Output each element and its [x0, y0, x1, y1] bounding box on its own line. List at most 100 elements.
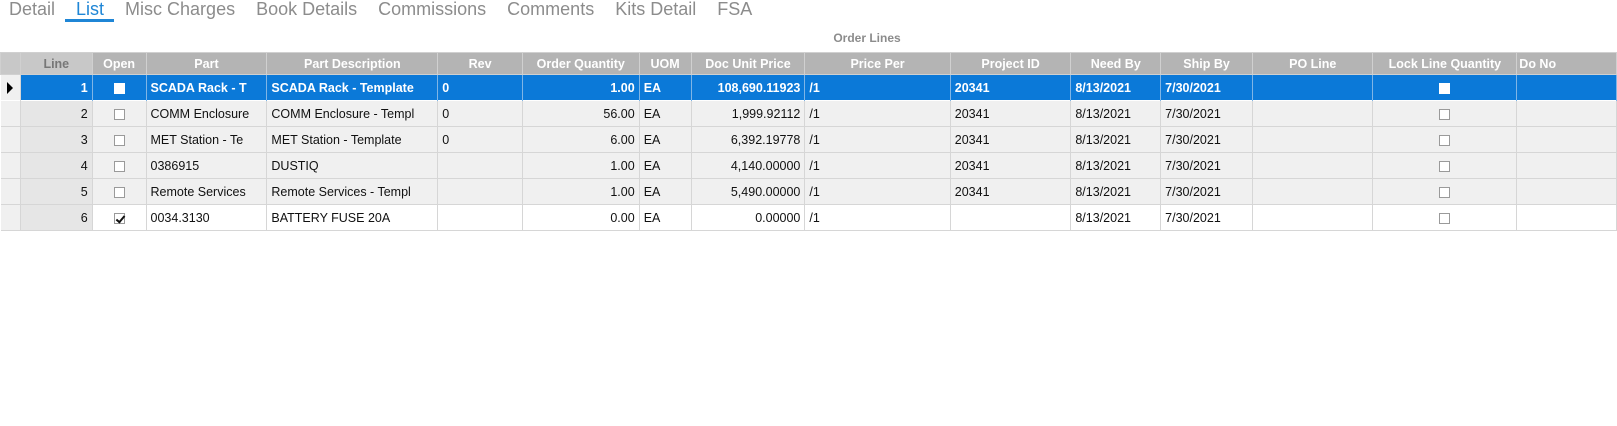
cell-line[interactable]: 5 — [20, 178, 93, 205]
cell-po-line[interactable] — [1252, 100, 1374, 127]
cell-rev[interactable] — [437, 152, 523, 179]
column-header-do-not[interactable]: Do No — [1516, 52, 1617, 75]
cell-open[interactable] — [92, 126, 147, 153]
cell-lock-line-quantity[interactable] — [1372, 100, 1518, 127]
column-header-project-id[interactable]: Project ID — [949, 52, 1072, 75]
cell-price-per[interactable]: /1 — [804, 178, 951, 205]
cell-line[interactable]: 3 — [20, 126, 93, 153]
lock-line-quantity-checkbox[interactable] — [1439, 108, 1451, 120]
tab-list[interactable]: List — [65, 0, 115, 22]
tab-misc-charges[interactable]: Misc Charges — [114, 0, 245, 22]
row-selector[interactable] — [0, 204, 21, 231]
cell-doc-unit-price[interactable]: 0.00000 — [691, 204, 806, 231]
cell-lock-line-quantity[interactable] — [1372, 74, 1518, 101]
cell-order-quantity[interactable]: 56.00 — [522, 100, 640, 127]
cell-part[interactable]: Remote Services — [146, 178, 268, 205]
column-header-price-per[interactable]: Price Per — [804, 52, 951, 75]
cell-lock-line-quantity[interactable] — [1372, 178, 1518, 205]
cell-project-id[interactable] — [950, 204, 1072, 231]
cell-line[interactable]: 1 — [20, 74, 93, 101]
cell-project-id[interactable]: 20341 — [950, 100, 1072, 127]
cell-uom[interactable]: EA — [639, 178, 692, 205]
cell-po-line[interactable] — [1252, 204, 1374, 231]
cell-uom[interactable]: EA — [639, 100, 692, 127]
cell-part-description[interactable]: Remote Services - Templ — [266, 178, 439, 205]
cell-price-per[interactable]: /1 — [804, 100, 951, 127]
cell-price-per[interactable]: /1 — [804, 152, 951, 179]
cell-need-by[interactable]: 8/13/2021 — [1070, 100, 1162, 127]
column-header-rev[interactable]: Rev — [437, 52, 523, 75]
cell-rev[interactable] — [437, 178, 523, 205]
cell-ship-by[interactable]: 7/30/2021 — [1160, 126, 1253, 153]
cell-ship-by[interactable]: 7/30/2021 — [1160, 204, 1253, 231]
column-header-po-line[interactable]: PO Line — [1251, 52, 1374, 75]
cell-need-by[interactable]: 8/13/2021 — [1070, 74, 1162, 101]
column-header-open[interactable]: Open — [91, 52, 147, 75]
cell-po-line[interactable] — [1252, 152, 1374, 179]
cell-rev[interactable]: 0 — [437, 126, 523, 153]
cell-line[interactable]: 6 — [20, 204, 93, 231]
row-selector[interactable] — [0, 100, 21, 127]
tab-kits-detail[interactable]: Kits Detail — [604, 0, 706, 22]
cell-po-line[interactable] — [1252, 126, 1374, 153]
column-header-need-by[interactable]: Need By — [1070, 52, 1162, 75]
column-header-part-description[interactable]: Part Description — [266, 52, 439, 75]
cell-part-description[interactable]: MET Station - Template — [266, 126, 439, 153]
cell-do-not[interactable] — [1516, 152, 1617, 179]
cell-open[interactable] — [92, 152, 147, 179]
cell-uom[interactable]: EA — [639, 126, 692, 153]
cell-ship-by[interactable]: 7/30/2021 — [1160, 152, 1253, 179]
cell-need-by[interactable]: 8/13/2021 — [1070, 152, 1162, 179]
cell-lock-line-quantity[interactable] — [1372, 152, 1518, 179]
column-header-part[interactable]: Part — [145, 52, 268, 75]
cell-order-quantity[interactable]: 1.00 — [522, 152, 640, 179]
column-header-order-quantity[interactable]: Order Quantity — [521, 52, 640, 75]
table-row[interactable]: 3 MET Station - Te MET Station - Template 0… — [0, 126, 1617, 153]
tab-fsa[interactable]: FSA — [706, 0, 762, 22]
table-row[interactable]: 6 0034.3130 BATTERY FUSE 20A 0.00 EA 0.00000/… — [0, 204, 1617, 231]
cell-part[interactable]: SCADA Rack - T — [146, 74, 268, 101]
column-header-uom[interactable]: UOM — [638, 52, 692, 75]
row-selector[interactable] — [0, 152, 21, 179]
cell-po-line[interactable] — [1252, 74, 1374, 101]
cell-need-by[interactable]: 8/13/2021 — [1070, 178, 1162, 205]
cell-do-not[interactable] — [1516, 100, 1617, 127]
cell-doc-unit-price[interactable]: 1,999.92112 — [691, 100, 806, 127]
cell-rev[interactable] — [437, 204, 523, 231]
row-selector[interactable] — [0, 178, 21, 205]
cell-ship-by[interactable]: 7/30/2021 — [1160, 178, 1253, 205]
cell-part-description[interactable]: DUSTIQ — [266, 152, 439, 179]
cell-open[interactable] — [92, 178, 147, 205]
column-header-doc-unit-price[interactable]: Doc Unit Price — [690, 52, 806, 75]
table-row[interactable]: 4 0386915 DUSTIQ 1.00 EA 4,140.00000/1 20341 8/… — [0, 152, 1617, 179]
column-header-line[interactable]: Line — [19, 52, 93, 75]
cell-order-quantity[interactable]: 6.00 — [522, 126, 640, 153]
cell-line[interactable]: 2 — [20, 100, 93, 127]
lock-line-quantity-checkbox[interactable] — [1439, 82, 1451, 94]
cell-do-not[interactable] — [1516, 178, 1617, 205]
column-header-lock-line-quantity[interactable]: Lock Line Quantity — [1372, 52, 1518, 75]
cell-doc-unit-price[interactable]: 108,690.11923 — [691, 74, 806, 101]
cell-rev[interactable]: 0 — [437, 74, 523, 101]
cell-po-line[interactable] — [1252, 178, 1374, 205]
cell-part-description[interactable]: SCADA Rack - Template — [266, 74, 439, 101]
open-checkbox[interactable] — [113, 108, 125, 120]
tab-commissions[interactable]: Commissions — [367, 0, 496, 22]
cell-doc-unit-price[interactable]: 5,490.00000 — [691, 178, 806, 205]
cell-uom[interactable]: EA — [639, 74, 692, 101]
cell-part[interactable]: MET Station - Te — [146, 126, 268, 153]
cell-project-id[interactable]: 20341 — [950, 126, 1072, 153]
lock-line-quantity-checkbox[interactable] — [1439, 212, 1451, 224]
tab-book-details[interactable]: Book Details — [245, 0, 367, 22]
tab-detail[interactable]: Detail — [0, 0, 65, 22]
table-row[interactable]: 2 COMM Enclosure COMM Enclosure - Templ 0 56… — [0, 100, 1617, 127]
cell-lock-line-quantity[interactable] — [1372, 204, 1518, 231]
open-checkbox[interactable] — [113, 186, 125, 198]
table-row[interactable]: 1 SCADA Rack - T SCADA Rack - Template 0 1.0… — [0, 74, 1617, 101]
lock-line-quantity-checkbox[interactable] — [1439, 186, 1451, 198]
cell-part-description[interactable]: BATTERY FUSE 20A — [266, 204, 439, 231]
cell-part[interactable]: COMM Enclosure — [146, 100, 268, 127]
cell-need-by[interactable]: 8/13/2021 — [1070, 204, 1162, 231]
cell-order-quantity[interactable]: 1.00 — [522, 74, 640, 101]
cell-price-per[interactable]: /1 — [804, 204, 951, 231]
